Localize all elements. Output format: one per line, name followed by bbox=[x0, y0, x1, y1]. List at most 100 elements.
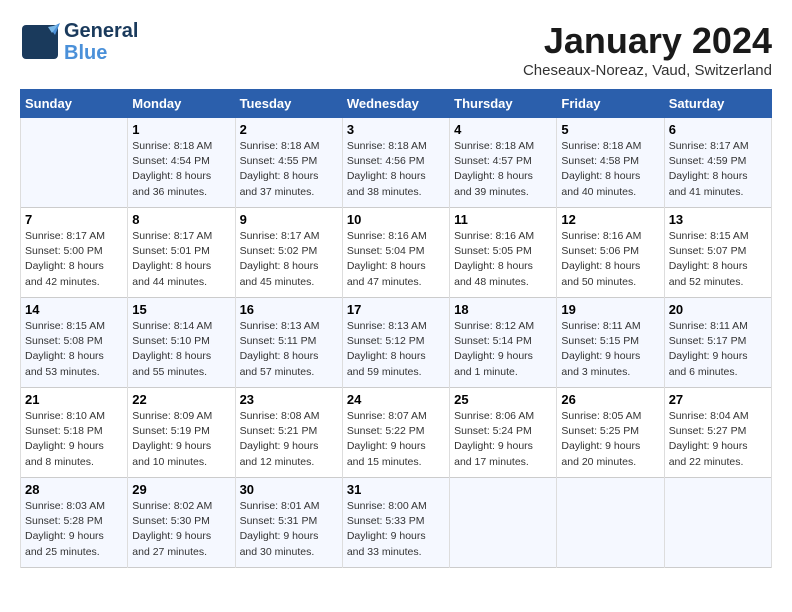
calendar-cell: 22 Sunrise: 8:09 AM Sunset: 5:19 PM Dayli… bbox=[128, 388, 235, 478]
day-number: 8 bbox=[132, 212, 230, 227]
weekday-header-tuesday: Tuesday bbox=[235, 90, 342, 118]
day-info: Sunrise: 8:09 AM Sunset: 5:19 PM Dayligh… bbox=[132, 409, 230, 470]
day-number: 21 bbox=[25, 392, 123, 407]
calendar-week-row: 7 Sunrise: 8:17 AM Sunset: 5:00 PM Daylig… bbox=[21, 208, 772, 298]
calendar-cell: 25 Sunrise: 8:06 AM Sunset: 5:24 PM Dayli… bbox=[450, 388, 557, 478]
logo-text-line1: General bbox=[64, 20, 138, 42]
day-number: 14 bbox=[25, 302, 123, 317]
day-info: Sunrise: 8:02 AM Sunset: 5:30 PM Dayligh… bbox=[132, 499, 230, 560]
day-number: 17 bbox=[347, 302, 445, 317]
day-info: Sunrise: 8:18 AM Sunset: 4:57 PM Dayligh… bbox=[454, 139, 552, 200]
day-info: Sunrise: 8:17 AM Sunset: 5:01 PM Dayligh… bbox=[132, 229, 230, 290]
day-info: Sunrise: 8:01 AM Sunset: 5:31 PM Dayligh… bbox=[240, 499, 338, 560]
day-info: Sunrise: 8:11 AM Sunset: 5:17 PM Dayligh… bbox=[669, 319, 767, 380]
page-header: General Blue January 2024 Cheseaux-Norea… bbox=[20, 20, 772, 79]
day-info: Sunrise: 8:15 AM Sunset: 5:07 PM Dayligh… bbox=[669, 229, 767, 290]
logo-icon bbox=[20, 23, 60, 61]
calendar-week-row: 14 Sunrise: 8:15 AM Sunset: 5:08 PM Dayli… bbox=[21, 298, 772, 388]
day-number: 31 bbox=[347, 482, 445, 497]
day-number: 15 bbox=[132, 302, 230, 317]
weekday-header-wednesday: Wednesday bbox=[342, 90, 449, 118]
day-number: 11 bbox=[454, 212, 552, 227]
day-info: Sunrise: 8:06 AM Sunset: 5:24 PM Dayligh… bbox=[454, 409, 552, 470]
day-number: 5 bbox=[561, 122, 659, 137]
calendar-cell: 6Sunrise: 8:17 AM Sunset: 4:59 PM Daylig… bbox=[664, 118, 771, 208]
calendar-cell: 15Sunrise: 8:14 AM Sunset: 5:10 PM Dayli… bbox=[128, 298, 235, 388]
calendar-cell: 10 Sunrise: 8:16 AM Sunset: 5:04 PM Dayli… bbox=[342, 208, 449, 298]
calendar-cell: 11 Sunrise: 8:16 AM Sunset: 5:05 PM Dayli… bbox=[450, 208, 557, 298]
day-info: Sunrise: 8:08 AM Sunset: 5:21 PM Dayligh… bbox=[240, 409, 338, 470]
calendar-cell: 3 Sunrise: 8:18 AM Sunset: 4:56 PM Daylig… bbox=[342, 118, 449, 208]
calendar-cell: 13 Sunrise: 8:15 AM Sunset: 5:07 PM Dayli… bbox=[664, 208, 771, 298]
weekday-header-row: SundayMondayTuesdayWednesdayThursdayFrid… bbox=[21, 90, 772, 118]
day-number: 10 bbox=[347, 212, 445, 227]
calendar-cell: 19 Sunrise: 8:11 AM Sunset: 5:15 PM Dayli… bbox=[557, 298, 664, 388]
weekday-header-friday: Friday bbox=[557, 90, 664, 118]
day-number: 23 bbox=[240, 392, 338, 407]
day-number: 22 bbox=[132, 392, 230, 407]
day-info: Sunrise: 8:17 AM Sunset: 5:00 PM Dayligh… bbox=[25, 229, 123, 290]
calendar-cell: 5Sunrise: 8:18 AM Sunset: 4:58 PM Daylig… bbox=[557, 118, 664, 208]
calendar-week-row: 28 Sunrise: 8:03 AM Sunset: 5:28 PM Dayli… bbox=[21, 478, 772, 568]
calendar-week-row: 21Sunrise: 8:10 AM Sunset: 5:18 PM Dayli… bbox=[21, 388, 772, 478]
day-info: Sunrise: 8:03 AM Sunset: 5:28 PM Dayligh… bbox=[25, 499, 123, 560]
day-info: Sunrise: 8:07 AM Sunset: 5:22 PM Dayligh… bbox=[347, 409, 445, 470]
calendar-cell: 21Sunrise: 8:10 AM Sunset: 5:18 PM Dayli… bbox=[21, 388, 128, 478]
day-number: 29 bbox=[132, 482, 230, 497]
day-info: Sunrise: 8:17 AM Sunset: 4:59 PM Dayligh… bbox=[669, 139, 767, 200]
day-info: Sunrise: 8:15 AM Sunset: 5:08 PM Dayligh… bbox=[25, 319, 123, 380]
calendar-cell bbox=[664, 478, 771, 568]
calendar-cell bbox=[557, 478, 664, 568]
day-info: Sunrise: 8:11 AM Sunset: 5:15 PM Dayligh… bbox=[561, 319, 659, 380]
calendar-table: SundayMondayTuesdayWednesdayThursdayFrid… bbox=[20, 89, 772, 568]
calendar-cell: 8 Sunrise: 8:17 AM Sunset: 5:01 PM Daylig… bbox=[128, 208, 235, 298]
calendar-cell: 4 Sunrise: 8:18 AM Sunset: 4:57 PM Daylig… bbox=[450, 118, 557, 208]
calendar-cell: 24Sunrise: 8:07 AM Sunset: 5:22 PM Dayli… bbox=[342, 388, 449, 478]
day-number: 28 bbox=[25, 482, 123, 497]
day-info: Sunrise: 8:00 AM Sunset: 5:33 PM Dayligh… bbox=[347, 499, 445, 560]
calendar-cell: 26Sunrise: 8:05 AM Sunset: 5:25 PM Dayli… bbox=[557, 388, 664, 478]
day-number: 4 bbox=[454, 122, 552, 137]
calendar-cell: 30Sunrise: 8:01 AM Sunset: 5:31 PM Dayli… bbox=[235, 478, 342, 568]
day-number: 25 bbox=[454, 392, 552, 407]
calendar-cell: 28 Sunrise: 8:03 AM Sunset: 5:28 PM Dayli… bbox=[21, 478, 128, 568]
day-number: 18 bbox=[454, 302, 552, 317]
calendar-cell bbox=[21, 118, 128, 208]
day-info: Sunrise: 8:16 AM Sunset: 5:05 PM Dayligh… bbox=[454, 229, 552, 290]
day-number: 3 bbox=[347, 122, 445, 137]
calendar-cell: 20 Sunrise: 8:11 AM Sunset: 5:17 PM Dayli… bbox=[664, 298, 771, 388]
weekday-header-saturday: Saturday bbox=[664, 90, 771, 118]
day-number: 7 bbox=[25, 212, 123, 227]
calendar-cell: 7 Sunrise: 8:17 AM Sunset: 5:00 PM Daylig… bbox=[21, 208, 128, 298]
day-info: Sunrise: 8:12 AM Sunset: 5:14 PM Dayligh… bbox=[454, 319, 552, 380]
weekday-header-thursday: Thursday bbox=[450, 90, 557, 118]
day-info: Sunrise: 8:16 AM Sunset: 5:04 PM Dayligh… bbox=[347, 229, 445, 290]
day-number: 13 bbox=[669, 212, 767, 227]
day-number: 26 bbox=[561, 392, 659, 407]
day-number: 27 bbox=[669, 392, 767, 407]
calendar-cell bbox=[450, 478, 557, 568]
day-number: 20 bbox=[669, 302, 767, 317]
day-number: 9 bbox=[240, 212, 338, 227]
day-info: Sunrise: 8:18 AM Sunset: 4:56 PM Dayligh… bbox=[347, 139, 445, 200]
day-info: Sunrise: 8:17 AM Sunset: 5:02 PM Dayligh… bbox=[240, 229, 338, 290]
weekday-header-monday: Monday bbox=[128, 90, 235, 118]
month-title: January 2024 bbox=[523, 20, 772, 62]
calendar-cell: 1Sunrise: 8:18 AM Sunset: 4:54 PM Daylig… bbox=[128, 118, 235, 208]
weekday-header-sunday: Sunday bbox=[21, 90, 128, 118]
day-number: 1 bbox=[132, 122, 230, 137]
day-info: Sunrise: 8:16 AM Sunset: 5:06 PM Dayligh… bbox=[561, 229, 659, 290]
calendar-cell: 17Sunrise: 8:13 AM Sunset: 5:12 PM Dayli… bbox=[342, 298, 449, 388]
calendar-cell: 27 Sunrise: 8:04 AM Sunset: 5:27 PM Dayli… bbox=[664, 388, 771, 478]
day-number: 2 bbox=[240, 122, 338, 137]
day-number: 12 bbox=[561, 212, 659, 227]
calendar-cell: 18 Sunrise: 8:12 AM Sunset: 5:14 PM Dayli… bbox=[450, 298, 557, 388]
day-info: Sunrise: 8:18 AM Sunset: 4:55 PM Dayligh… bbox=[240, 139, 338, 200]
calendar-cell: 23 Sunrise: 8:08 AM Sunset: 5:21 PM Dayli… bbox=[235, 388, 342, 478]
calendar-cell: 16Sunrise: 8:13 AM Sunset: 5:11 PM Dayli… bbox=[235, 298, 342, 388]
day-number: 19 bbox=[561, 302, 659, 317]
location: Cheseaux-Noreaz, Vaud, Switzerland bbox=[523, 62, 772, 79]
calendar-cell: 29 Sunrise: 8:02 AM Sunset: 5:30 PM Dayli… bbox=[128, 478, 235, 568]
day-info: Sunrise: 8:04 AM Sunset: 5:27 PM Dayligh… bbox=[669, 409, 767, 470]
calendar-cell: 31 Sunrise: 8:00 AM Sunset: 5:33 PM Dayli… bbox=[342, 478, 449, 568]
